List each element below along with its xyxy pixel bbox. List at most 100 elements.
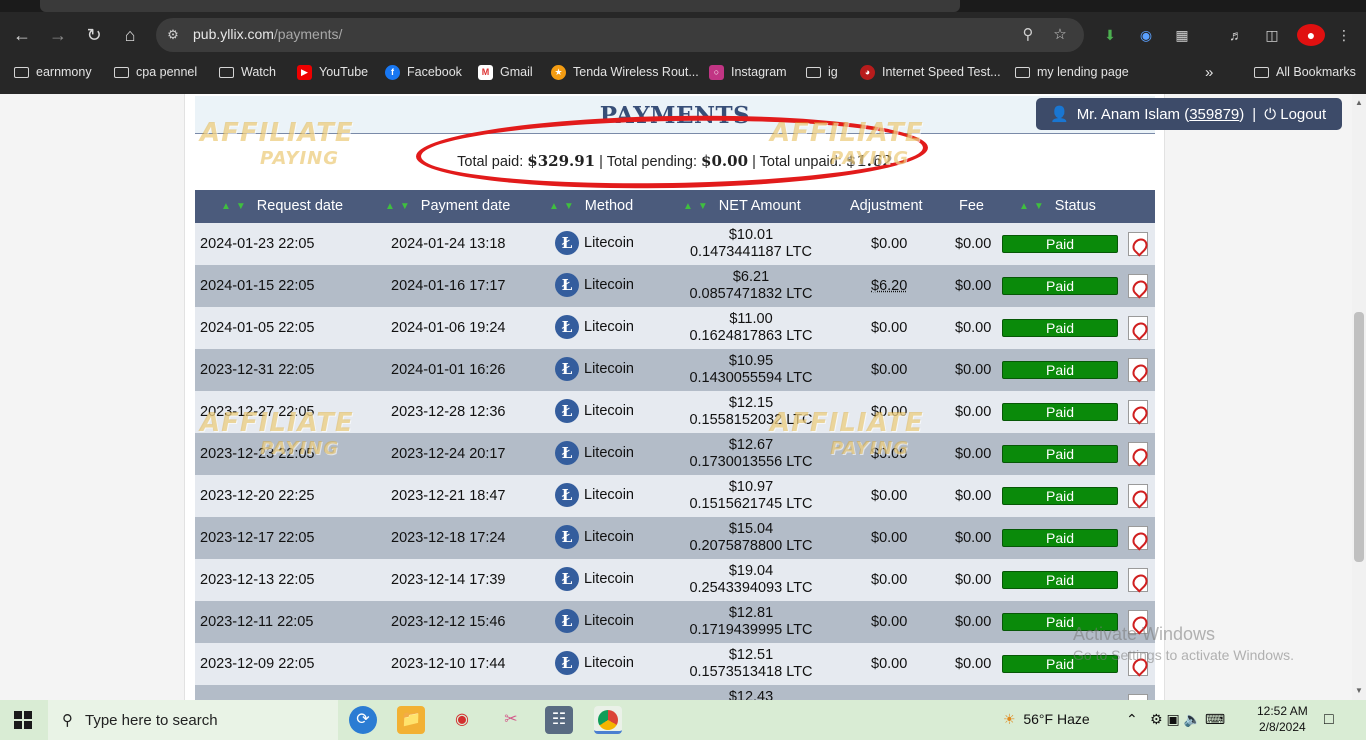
- litecoin-icon: Ł: [555, 525, 579, 549]
- extension-download-icon[interactable]: ⬇: [1099, 24, 1121, 46]
- litecoin-icon: Ł: [555, 315, 579, 339]
- payment-date-cell: 2023-12-24 20:17: [391, 446, 506, 462]
- calculator-icon[interactable]: ☷: [545, 706, 573, 734]
- address-bar[interactable]: ⚙ pub.yllix.com/payments/ ⚲ ☆: [156, 18, 1084, 52]
- status-badge: Paid: [1002, 529, 1118, 547]
- col-adjustment: Adjustment: [850, 198, 923, 214]
- sort-arrows-icon[interactable]: ▲▼: [683, 201, 713, 212]
- facebook-icon: f: [385, 64, 400, 80]
- litecoin-icon: Ł: [555, 231, 579, 255]
- scroll-up-icon[interactable]: ▲: [1355, 98, 1363, 107]
- all-bookmarks-button[interactable]: All Bookmarks: [1254, 63, 1356, 81]
- profile-avatar-icon[interactable]: ●: [1297, 24, 1325, 46]
- password-key-icon[interactable]: ⚲: [1018, 25, 1038, 45]
- sort-arrows-icon[interactable]: ▲▼: [549, 201, 579, 212]
- tray-icons[interactable]: ⚙ ▣ 🔈 ⌨: [1150, 711, 1225, 728]
- bookmark-item[interactable]: earnmony: [14, 63, 92, 81]
- folder-icon: [219, 66, 234, 78]
- litecoin-icon: Ł: [555, 483, 579, 507]
- windows-start-icon[interactable]: [14, 711, 32, 729]
- bookmarks-overflow-button[interactable]: »: [1205, 63, 1213, 81]
- col-net-amount[interactable]: ▲▼ NET Amount: [683, 198, 801, 214]
- bookmark-item[interactable]: Watch: [219, 63, 276, 81]
- method-cell: Ł Litecoin: [555, 357, 634, 381]
- status-badge: Paid: [1002, 235, 1118, 253]
- col-request-date[interactable]: ▲▼ Request date: [221, 198, 343, 214]
- notifications-icon[interactable]: □: [1324, 711, 1334, 729]
- adjustment-cell: $0.00: [871, 362, 908, 378]
- weather-widget[interactable]: ☀ 56°F Haze: [1003, 711, 1090, 728]
- pdf-invoice-icon[interactable]: [1128, 358, 1148, 382]
- table-row: 2023-12-23 22:05 2023-12-24 20:17 Ł Litecoi…: [195, 433, 1155, 475]
- pdf-invoice-icon[interactable]: [1128, 400, 1148, 424]
- taskbar-search-box[interactable]: ⚲ Type here to search: [48, 700, 338, 740]
- adjustment-cell[interactable]: $6.20: [871, 278, 907, 294]
- method-cell: Ł Litecoin: [555, 231, 634, 255]
- side-panel-icon[interactable]: ◫: [1261, 24, 1283, 46]
- bookmark-item[interactable]: ★ Tenda Wireless Rout...: [551, 63, 699, 81]
- litecoin-icon: Ł: [555, 441, 579, 465]
- active-tab[interactable]: [40, 0, 960, 12]
- fee-cell: $0.00: [955, 656, 992, 672]
- home-icon[interactable]: ⌂: [116, 21, 144, 49]
- extensions-puzzle-icon[interactable]: ▦: [1171, 24, 1193, 46]
- back-icon[interactable]: ←: [8, 21, 36, 49]
- request-date-cell: 2023-12-09 22:05: [200, 656, 315, 672]
- sort-arrows-icon[interactable]: ▲▼: [385, 201, 415, 212]
- pdf-invoice-icon[interactable]: [1128, 316, 1148, 340]
- task-view-icon[interactable]: ⟳: [349, 706, 377, 734]
- method-cell: Ł Litecoin: [555, 315, 634, 339]
- sort-arrows-icon[interactable]: ▲▼: [1019, 201, 1049, 212]
- scroll-thumb[interactable]: [1354, 312, 1364, 562]
- forward-icon[interactable]: →: [44, 21, 72, 49]
- tab-strip: [0, 0, 1366, 12]
- col-status[interactable]: ▲▼ Status: [1019, 198, 1096, 214]
- fee-cell: $0.00: [955, 278, 992, 294]
- bookmark-item[interactable]: my lending page: [1015, 63, 1129, 81]
- folder-icon: [1015, 66, 1030, 78]
- pdf-invoice-icon[interactable]: [1128, 442, 1148, 466]
- tray-chevron-icon[interactable]: ⌃: [1126, 711, 1138, 728]
- bookmark-item[interactable]: ▶ YouTube: [297, 63, 368, 81]
- bookmark-item[interactable]: ◕ Internet Speed Test...: [860, 63, 1001, 81]
- pdf-invoice-icon[interactable]: [1128, 568, 1148, 592]
- scroll-down-icon[interactable]: ▼: [1355, 686, 1363, 695]
- user-icon: 👤: [1050, 106, 1069, 123]
- adjustment-cell: $0.00: [871, 572, 908, 588]
- snipping-tool-icon[interactable]: ✂: [497, 706, 525, 734]
- pdf-invoice-icon[interactable]: [1128, 274, 1148, 298]
- extension-firefox-icon[interactable]: ◉: [1135, 24, 1157, 46]
- pdf-invoice-icon[interactable]: [1128, 232, 1148, 256]
- reload-icon[interactable]: ↻: [80, 21, 108, 49]
- bookmark-item[interactable]: cpa pennel: [114, 63, 197, 81]
- table-row: 2023-12-17 22:05 2023-12-18 17:24 Ł Litecoi…: [195, 517, 1155, 559]
- fee-cell: $0.00: [955, 236, 992, 252]
- status-badge: Paid: [1002, 319, 1118, 337]
- menu-kebab-icon[interactable]: ⋮: [1333, 24, 1355, 46]
- bookmark-item[interactable]: f Facebook: [385, 63, 462, 81]
- col-payment-date[interactable]: ▲▼ Payment date: [385, 198, 510, 214]
- taskbar-clock[interactable]: 12:52 AM 2/8/2024: [1257, 703, 1308, 735]
- media-control-icon[interactable]: ♬: [1225, 24, 1247, 46]
- logout-button[interactable]: ⏻ Logout: [1264, 106, 1326, 123]
- bookmark-star-icon[interactable]: ☆: [1050, 25, 1070, 45]
- chrome-taskbar-icon[interactable]: [594, 706, 622, 734]
- pdf-invoice-icon[interactable]: [1128, 526, 1148, 550]
- site-info-icon[interactable]: ⚙: [164, 26, 182, 44]
- col-method[interactable]: ▲▼ Method: [549, 198, 633, 214]
- pdf-invoice-icon[interactable]: [1128, 484, 1148, 508]
- sort-arrows-icon[interactable]: ▲▼: [221, 201, 251, 212]
- table-row: 2024-01-15 22:05 2024-01-16 17:17 Ł Litecoi…: [195, 265, 1155, 307]
- payment-date-cell: 2024-01-06 19:24: [391, 320, 506, 336]
- url-text[interactable]: pub.yllix.com/payments/: [193, 26, 342, 42]
- file-explorer-icon[interactable]: 📁: [397, 706, 425, 734]
- bookmark-item[interactable]: ○ Instagram: [709, 63, 787, 81]
- method-cell: Ł Litecoin: [555, 273, 634, 297]
- ccleaner-icon[interactable]: ◉: [448, 706, 476, 734]
- bookmark-item[interactable]: ig: [806, 63, 838, 81]
- net-amount-cell: $12.81 0.1719439995 LTC: [689, 605, 813, 638]
- fee-cell: $0.00: [955, 488, 992, 504]
- bookmark-item[interactable]: M Gmail: [478, 63, 533, 81]
- user-name[interactable]: Mr. Anam Islam (359879): [1077, 106, 1245, 123]
- page-scrollbar[interactable]: ▲ ▼: [1352, 94, 1366, 700]
